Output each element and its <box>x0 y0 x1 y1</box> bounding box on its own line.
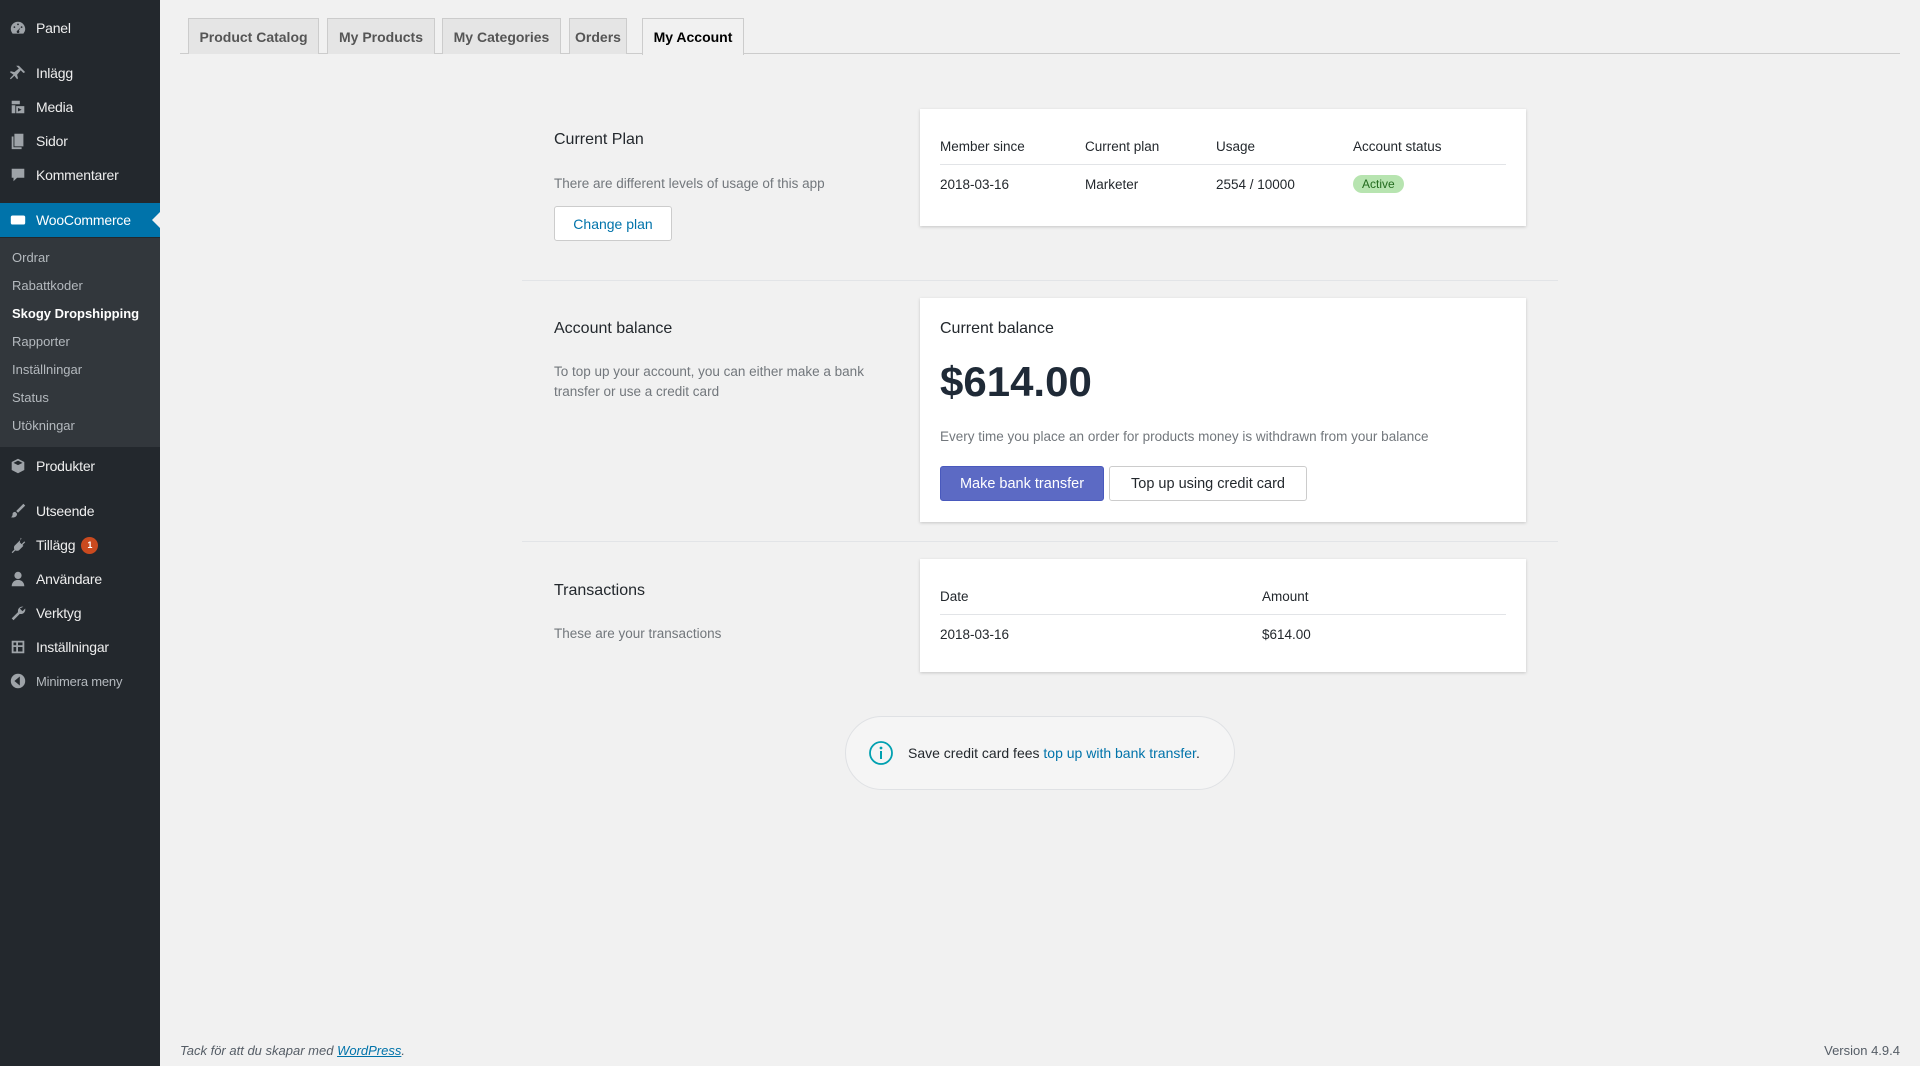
update-count-badge: 1 <box>81 536 99 554</box>
notice-text: Save credit card fees top up with bank t… <box>908 745 1200 761</box>
plan-header-current-plan: Current plan <box>1085 126 1216 165</box>
plan-table: Member since Current plan Usage Account … <box>940 126 1506 204</box>
menu-item-settings[interactable]: Inställningar <box>0 630 160 664</box>
plan-header-usage: Usage <box>1216 126 1353 165</box>
menu-label: Sidor <box>36 133 68 149</box>
plan-header-account-status: Account status <box>1353 126 1506 165</box>
plan-section-description: There are different levels of usage of t… <box>554 176 825 191</box>
menu-item-comments[interactable]: Kommentarer <box>0 158 160 192</box>
menu-label: Inställningar <box>36 639 109 655</box>
transaction-amount: $614.00 <box>1262 626 1311 642</box>
change-plan-button[interactable]: Change plan <box>554 206 672 241</box>
menu-label: Utseende <box>36 503 95 519</box>
footer-thanks: Tack för att du skapar med WordPress. <box>180 1043 405 1058</box>
plan-card: Member since Current plan Usage Account … <box>920 109 1526 226</box>
menu-item-panel[interactable]: Panel <box>0 11 160 45</box>
woocommerce-submenu: Ordrar Rabattkoder Skogy Dropshipping Ra… <box>0 238 160 447</box>
brush-icon <box>0 502 36 520</box>
menu-label: WooCommerce <box>36 212 131 228</box>
tab-product-catalog[interactable]: Product Catalog <box>188 18 319 54</box>
section-divider <box>522 541 1558 542</box>
status-badge: Active <box>1353 175 1404 194</box>
balance-card: Current balance $614.00 Every time you p… <box>920 298 1526 522</box>
transactions-section-description: These are your transactions <box>554 626 722 641</box>
dashboard-icon <box>0 19 36 37</box>
section-divider <box>522 280 1558 281</box>
menu-item-users[interactable]: Användare <box>0 562 160 596</box>
menu-item-media[interactable]: Media <box>0 90 160 124</box>
woo-icon <box>0 211 36 229</box>
wrench-icon <box>0 604 36 622</box>
tab-my-account[interactable]: My Account <box>642 18 744 55</box>
menu-label: Kommentarer <box>36 167 119 183</box>
tab-orders[interactable]: Orders <box>569 18 627 54</box>
plan-header-member-since: Member since <box>940 126 1085 165</box>
menu-item-products[interactable]: Produkter <box>0 449 160 483</box>
menu-label: Panel <box>36 20 71 36</box>
transactions-header-amount: Amount <box>1262 576 1506 615</box>
media-icon <box>0 98 36 116</box>
menu-item-tools[interactable]: Verktyg <box>0 596 160 630</box>
usage-value: 2554 / 10000 <box>1216 176 1295 192</box>
menu-label: Inlägg <box>36 65 73 81</box>
menu-item-plugins[interactable]: Tillägg 1 <box>0 528 160 562</box>
comment-icon <box>0 166 36 184</box>
submenu-item-status[interactable]: Status <box>12 390 49 405</box>
balance-amount: $614.00 <box>940 358 1092 405</box>
transactions-table: Date Amount 2018-03-16 $614.00 <box>940 576 1506 654</box>
current-balance-title: Current balance <box>940 320 1054 337</box>
admin-sidebar: Panel Inlägg Media Sidor Kommentarer Woo… <box>0 0 160 1066</box>
box-icon <box>0 457 36 475</box>
pages-icon <box>0 132 36 150</box>
menu-item-posts[interactable]: Inlägg <box>0 56 160 90</box>
top-up-credit-card-button[interactable]: Top up using credit card <box>1109 466 1307 501</box>
menu-label: Minimera meny <box>36 673 123 689</box>
pin-icon <box>0 64 36 82</box>
settings-icon <box>0 638 36 656</box>
transaction-date: 2018-03-16 <box>940 626 1010 642</box>
menu-item-appearance[interactable]: Utseende <box>0 494 160 528</box>
wordpress-link[interactable]: WordPress <box>337 1043 401 1058</box>
submenu-item-reports[interactable]: Rapporter <box>12 334 70 349</box>
bank-transfer-notice: Save credit card fees top up with bank t… <box>845 716 1235 790</box>
info-icon <box>869 741 893 765</box>
user-icon <box>0 570 36 588</box>
table-row: 2018-03-16 $614.00 <box>940 614 1506 654</box>
transactions-header-date: Date <box>940 576 1262 615</box>
footer-version: Version 4.9.4 <box>1824 1043 1900 1058</box>
transactions-section-title: Transactions <box>554 582 645 599</box>
tab-my-categories[interactable]: My Categories <box>442 18 561 54</box>
submenu-item-coupons[interactable]: Rabattkoder <box>12 278 83 293</box>
menu-item-woocommerce[interactable]: WooCommerce <box>0 203 160 237</box>
tab-my-products[interactable]: My Products <box>327 18 435 54</box>
current-plan-value: Marketer <box>1085 176 1139 192</box>
menu-label: Tillägg <box>36 537 76 553</box>
collapse-menu-button[interactable]: Minimera meny <box>0 664 160 698</box>
tab-bar: Product Catalog My Products My Categorie… <box>180 18 1900 55</box>
submenu-item-skogy-dropshipping[interactable]: Skogy Dropshipping <box>12 306 139 321</box>
balance-note: Every time you place an order for produc… <box>940 429 1429 444</box>
member-since-value: 2018-03-16 <box>940 176 1010 192</box>
submenu-item-extensions[interactable]: Utökningar <box>12 418 75 433</box>
transactions-card: Date Amount 2018-03-16 $614.00 <box>920 559 1526 672</box>
plan-section-title: Current Plan <box>554 131 644 148</box>
menu-label: Media <box>36 99 74 115</box>
balance-section-description: To top up your account, you can either m… <box>554 364 864 399</box>
submenu-item-settings[interactable]: Inställningar <box>12 362 82 377</box>
plan-row: 2018-03-16 Marketer 2554 / 10000 Active <box>940 164 1506 204</box>
submenu-item-orders[interactable]: Ordrar <box>12 250 50 265</box>
balance-section-title: Account balance <box>554 320 673 337</box>
current-menu-arrow <box>152 212 160 228</box>
menu-label: Verktyg <box>36 605 82 621</box>
menu-label: Produkter <box>36 458 95 474</box>
plugin-icon <box>0 536 36 554</box>
collapse-icon <box>0 672 36 690</box>
menu-item-pages[interactable]: Sidor <box>0 124 160 158</box>
menu-label: Användare <box>36 571 102 587</box>
make-bank-transfer-button[interactable]: Make bank transfer <box>940 466 1104 501</box>
top-up-bank-transfer-link[interactable]: top up with bank transfer <box>1043 745 1196 761</box>
